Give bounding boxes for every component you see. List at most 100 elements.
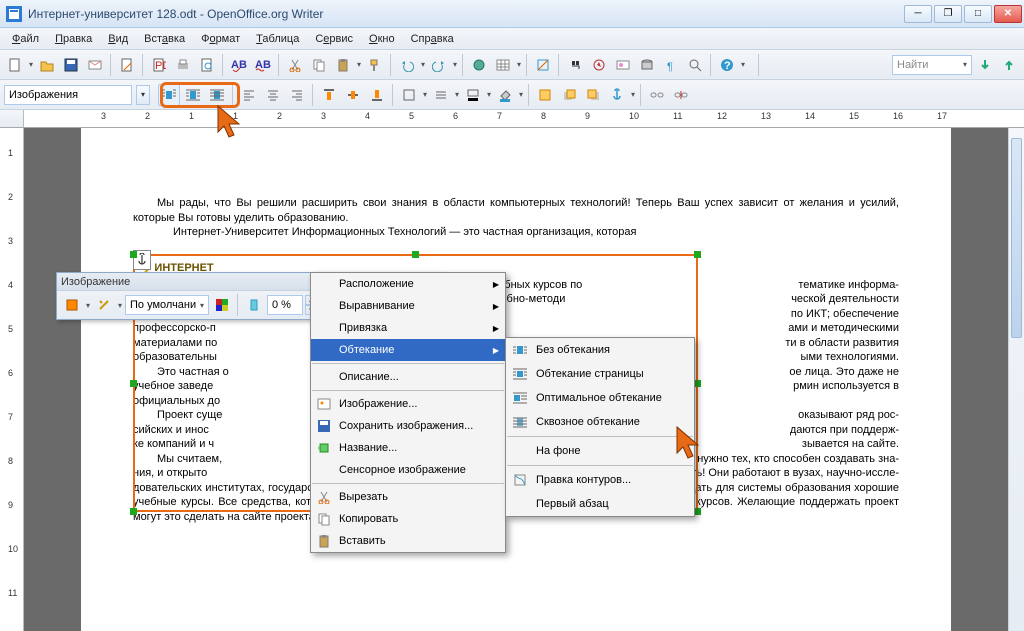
ctx-save-image[interactable]: Сохранить изображения... (311, 415, 505, 437)
vertical-scrollbar[interactable] (1008, 128, 1024, 631)
help-button[interactable]: ? (716, 54, 738, 76)
wrap-off-button[interactable] (158, 84, 180, 106)
anchor-button[interactable] (606, 84, 628, 106)
sub-contour[interactable]: Правка контуров... (506, 468, 694, 492)
maximize-button[interactable]: □ (964, 5, 992, 23)
nonprint-button[interactable]: ¶ (660, 54, 682, 76)
ctx-paste[interactable]: Вставить (311, 530, 505, 552)
sub-optimal[interactable]: Оптимальное обтекание (506, 386, 694, 410)
menu-format[interactable]: Формат (195, 31, 246, 47)
print-button[interactable] (172, 54, 194, 76)
ctx-description[interactable]: Описание... (311, 366, 505, 388)
paste-button[interactable] (332, 54, 354, 76)
restore-button[interactable]: ❐ (934, 5, 962, 23)
format-paint-button[interactable] (364, 54, 386, 76)
autospell-button[interactable]: ABC (252, 54, 274, 76)
ctx-arrange[interactable]: Расположение▶ (311, 273, 505, 295)
sub-through[interactable]: Сквозное обтекание (506, 410, 694, 434)
export-pdf-button[interactable]: PDF (148, 54, 170, 76)
menu-window[interactable]: Окно (363, 31, 401, 47)
preview-button[interactable] (196, 54, 218, 76)
resize-handle-sw[interactable] (130, 508, 137, 515)
open-button[interactable] (36, 54, 58, 76)
ctx-wrap[interactable]: Обтекание▶ (311, 339, 505, 361)
valign-mid-button[interactable] (342, 84, 364, 106)
minimize-button[interactable]: ─ (904, 5, 932, 23)
app-icon (6, 6, 22, 22)
save-button[interactable] (60, 54, 82, 76)
ctx-copy[interactable]: Копировать (311, 508, 505, 530)
zoom-button[interactable] (684, 54, 706, 76)
gallery-button[interactable] (612, 54, 634, 76)
redo-button[interactable] (428, 54, 450, 76)
menu-insert[interactable]: Вставка (138, 31, 191, 47)
border-button[interactable] (398, 84, 420, 106)
wrap-page-button[interactable] (182, 84, 204, 106)
menu-edit[interactable]: Правка (49, 31, 98, 47)
menu-table[interactable]: Таблица (250, 31, 305, 47)
ctx-image[interactable]: Изображение... (311, 393, 505, 415)
graphics-mode-combo[interactable]: По умолчани▾ (125, 295, 209, 315)
front-button[interactable] (558, 84, 580, 106)
hyperlink-button[interactable] (468, 54, 490, 76)
style-dropdown-button[interactable]: ▾ (136, 85, 150, 105)
ctx-sensory[interactable]: Сенсорное изображение (311, 459, 505, 481)
spellcheck-button[interactable]: ABC (228, 54, 250, 76)
menu-tools[interactable]: Сервис (309, 31, 359, 47)
sub-page[interactable]: Обтекание страницы (506, 362, 694, 386)
ctx-cut[interactable]: Вырезать (311, 486, 505, 508)
back-button[interactable] (582, 84, 604, 106)
scrollbar-thumb[interactable] (1011, 138, 1022, 338)
wrap-submenu[interactable]: Без обтекания Обтекание страницы Оптимал… (505, 337, 695, 517)
datasource-button[interactable] (636, 54, 658, 76)
menu-view[interactable]: Вид (102, 31, 134, 47)
resize-handle-n[interactable] (412, 251, 419, 258)
menu-help[interactable]: Справка (405, 31, 460, 47)
align-left-button[interactable] (238, 84, 260, 106)
border-color-button[interactable] (462, 84, 484, 106)
copy-button[interactable] (308, 54, 330, 76)
email-button[interactable] (84, 54, 106, 76)
sub-bg[interactable]: На фоне (506, 439, 694, 463)
resize-handle-w[interactable] (130, 380, 137, 387)
valign-bot-button[interactable] (366, 84, 388, 106)
resize-handle-nw[interactable] (130, 251, 137, 258)
bg-color-button[interactable] (494, 84, 516, 106)
cut-button[interactable] (284, 54, 306, 76)
find-prev-button[interactable] (998, 54, 1020, 76)
tools-button[interactable] (93, 294, 115, 316)
resize-handle-e[interactable] (694, 380, 701, 387)
unchain-button[interactable] (670, 84, 692, 106)
menu-file[interactable]: Файл (6, 31, 45, 47)
close-button[interactable]: ✕ (994, 5, 1022, 23)
edit-doc-button[interactable] (116, 54, 138, 76)
wrap-through-button[interactable] (206, 84, 228, 106)
drawing-button[interactable] (532, 54, 554, 76)
ctx-anchor[interactable]: Привязка▶ (311, 317, 505, 339)
frame-props-button[interactable] (534, 84, 556, 106)
undo-button[interactable] (396, 54, 418, 76)
align-right-button[interactable] (286, 84, 308, 106)
style-combo[interactable]: Изображения (4, 85, 132, 105)
sub-none[interactable]: Без обтекания (506, 338, 694, 362)
svg-text:PDF: PDF (155, 60, 166, 72)
transparency-value[interactable]: 0 % (267, 295, 303, 315)
find-combo[interactable]: Найти▾ (892, 55, 972, 75)
align-center-button[interactable] (262, 84, 284, 106)
new-button[interactable] (4, 54, 26, 76)
ctx-align[interactable]: Выравнивание▶ (311, 295, 505, 317)
ctx-name[interactable]: Название... (311, 437, 505, 459)
resize-handle-ne[interactable] (694, 251, 701, 258)
chain-button[interactable] (646, 84, 668, 106)
find-button[interactable] (564, 54, 586, 76)
context-menu[interactable]: Расположение▶ Выравнивание▶ Привязка▶ Об… (310, 272, 506, 553)
table-button[interactable] (492, 54, 514, 76)
resize-handle-se[interactable] (694, 508, 701, 515)
valign-top-button[interactable] (318, 84, 340, 106)
find-next-button[interactable] (974, 54, 996, 76)
filter-button[interactable] (61, 294, 83, 316)
border-style-button[interactable] (430, 84, 452, 106)
sub-first[interactable]: Первый абзац (506, 492, 694, 516)
navigator-button[interactable] (588, 54, 610, 76)
color-button[interactable] (211, 294, 233, 316)
